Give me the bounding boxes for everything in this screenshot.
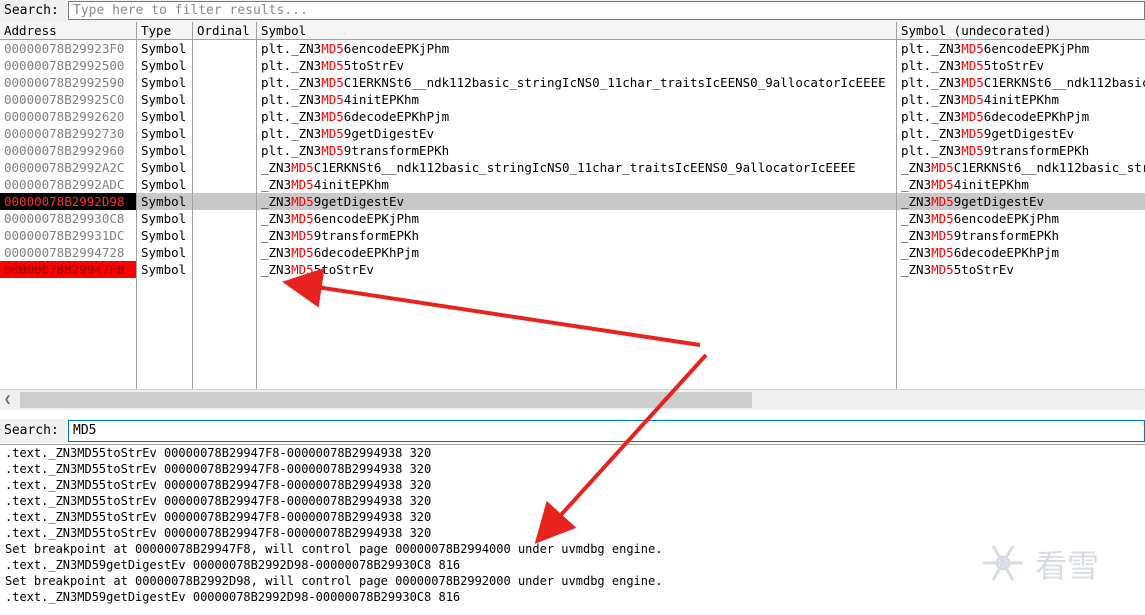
arrow-to-symbol bbox=[282, 268, 701, 347]
arrow-to-log bbox=[534, 353, 708, 544]
annotation-arrows bbox=[282, 268, 708, 544]
